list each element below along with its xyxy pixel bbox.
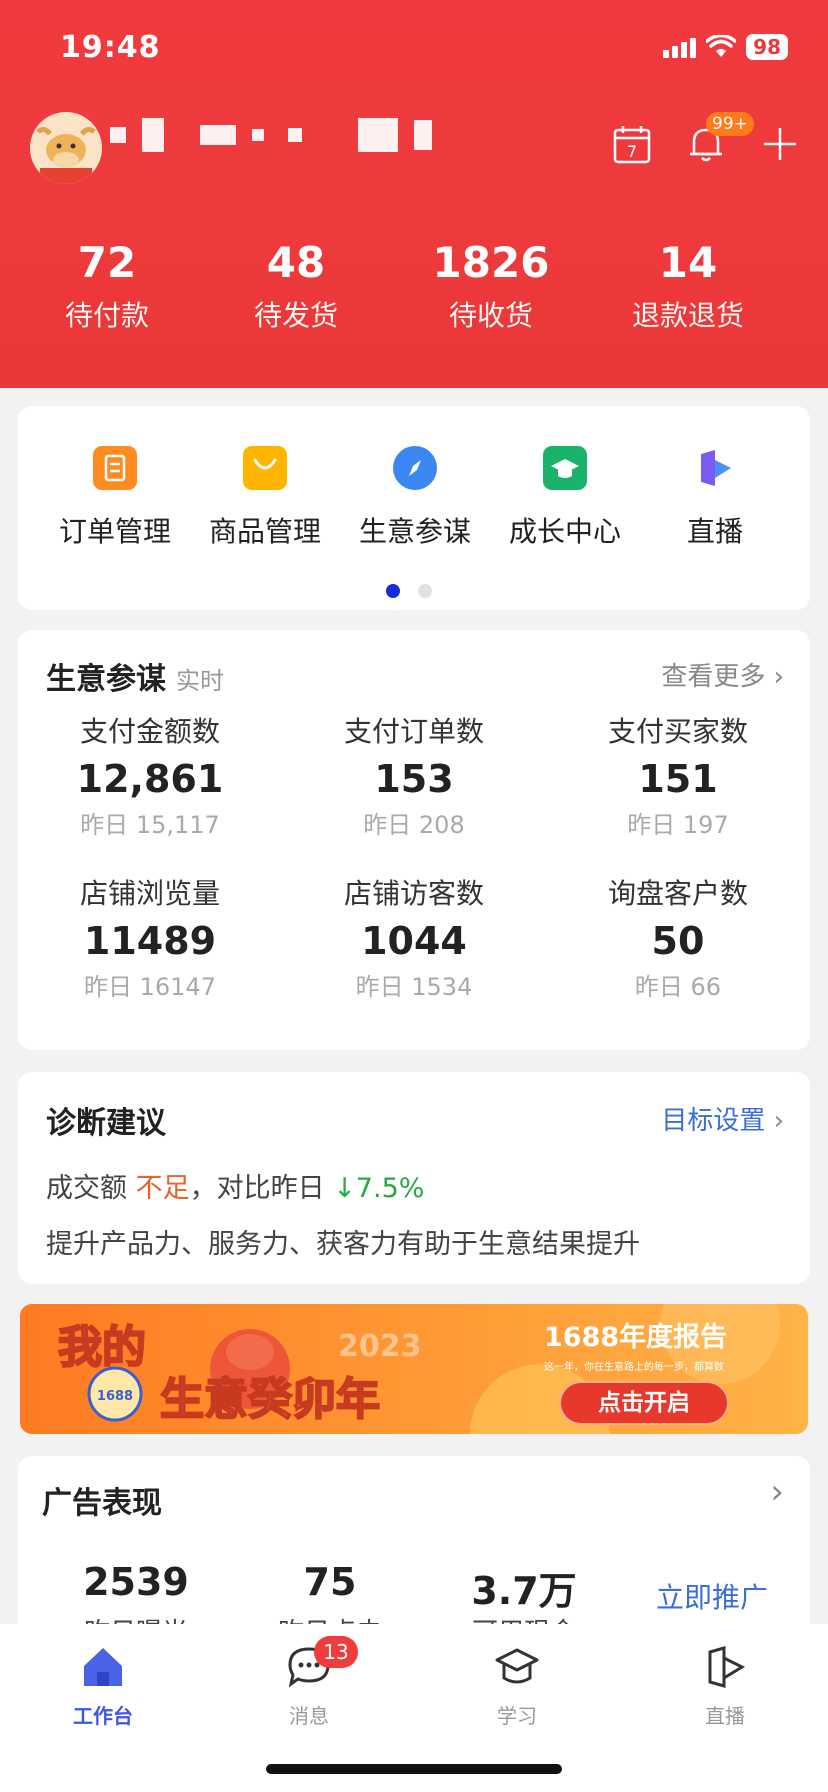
metric-payment-buyers[interactable]: 支付买家数 151 昨日 197 — [546, 714, 810, 842]
plus-icon — [764, 128, 796, 160]
stat-value: 72 — [77, 238, 137, 287]
banner-tagline: 这一年，你在生意路上的每一步，都算数 — [544, 1360, 724, 1373]
diagnosis-card: 诊断建议 目标设置 › 成交额 不足，对比昨日 ↓7.5% 提升产品力、服务力、… — [18, 1072, 810, 1284]
promote-now-link[interactable]: 立即推广 — [656, 1576, 768, 1616]
business-subtitle: 实时 — [176, 667, 224, 695]
home-icon — [84, 1648, 122, 1686]
ad-click-value: 75 — [303, 1560, 357, 1604]
quick-item-label: 商品管理 — [208, 515, 321, 548]
metric-payment-amount[interactable]: 支付金额数 12,861 昨日 15,117 — [18, 714, 282, 842]
ox-avatar-icon — [30, 112, 102, 184]
quick-item-products[interactable]: 商品管理 — [190, 446, 340, 550]
chevron-right-icon: › — [773, 1106, 784, 1136]
chevron-right-icon[interactable]: › — [770, 1472, 784, 1512]
view-more-link[interactable]: 查看更多 › — [661, 656, 784, 693]
tab-learning[interactable]: 学习 — [462, 1644, 572, 1729]
calendar-icon: 7 — [613, 126, 651, 164]
add-button[interactable] — [758, 122, 802, 166]
order-stats: 72 待付款 48 待发货 1826 待收货 14 退款退货 — [0, 238, 828, 348]
metric-payment-orders[interactable]: 支付订单数 153 昨日 208 — [282, 714, 546, 842]
diagnosis-advice: 提升产品力、服务力、获客力有助于生意结果提升 — [46, 1229, 640, 1260]
home-indicator[interactable] — [266, 1764, 562, 1774]
live-play-icon — [693, 446, 737, 490]
annual-report-banner[interactable]: 1688 我的 生意癸卯年 2023 1688年度报告 这一年，你在生意路上的每… — [20, 1304, 808, 1434]
target-settings-link[interactable]: 目标设置 › — [661, 1100, 784, 1137]
metric-inquiry-customers[interactable]: 询盘客户数 50 昨日 66 — [546, 876, 810, 1004]
stat-label: 退款退货 — [631, 299, 744, 332]
calendar-button[interactable]: 7 — [610, 122, 654, 166]
live-play-icon — [708, 1646, 746, 1688]
page-dot[interactable] — [418, 584, 432, 598]
quick-item-growth[interactable]: 成长中心 — [490, 446, 640, 550]
diagnosis-summary: 成交额 不足，对比昨日 ↓7.5% — [46, 1173, 425, 1204]
quick-menu-card: 订单管理 商品管理 生意参谋 成长中心 直播 — [18, 406, 810, 610]
calendar-day: 7 — [627, 142, 637, 161]
page-indicator — [386, 584, 432, 598]
ad-exposure-value: 2539 — [83, 1560, 189, 1604]
tab-label: 直播 — [705, 1704, 745, 1728]
graduation-cap-icon — [495, 1648, 539, 1684]
quick-item-live[interactable]: 直播 — [640, 446, 790, 550]
message-count-badge: 13 — [314, 1636, 358, 1668]
tab-live[interactable]: 直播 — [670, 1644, 780, 1729]
banner-title-a: 我的 — [58, 1322, 146, 1373]
battery-indicator: 98 — [746, 34, 788, 60]
wifi-icon — [706, 35, 737, 57]
stat-value: 1826 — [432, 238, 550, 287]
banner-art: 1688 我的 生意癸卯年 2023 1688年度报告 这一年，你在生意路上的每… — [57, 1304, 780, 1434]
chevron-right-icon: › — [773, 662, 784, 692]
stat-value: 14 — [658, 238, 718, 287]
notification-button[interactable]: 99+ — [684, 112, 754, 166]
stat-pending-receive[interactable]: 1826 待收货 — [378, 238, 604, 348]
tab-label: 学习 — [497, 1704, 537, 1728]
change-down: ↓7.5% — [333, 1173, 425, 1204]
status-insufficient: 不足 — [135, 1173, 190, 1204]
tab-messages[interactable]: 13 消息 — [254, 1636, 364, 1729]
svg-text:1688: 1688 — [97, 1389, 133, 1404]
avatar[interactable] — [30, 112, 102, 184]
business-card: 生意参谋 实时 查看更多 › 支付金额数 12,861 昨日 15,117 支付订… — [18, 630, 810, 1050]
quick-item-label: 生意参谋 — [358, 515, 471, 548]
quick-item-business[interactable]: 生意参谋 — [340, 446, 490, 550]
stat-pending-payment[interactable]: 72 待付款 — [0, 238, 214, 348]
status-icons: 98 — [663, 34, 788, 60]
stat-label: 待发货 — [253, 299, 338, 332]
quick-item-label: 成长中心 — [508, 515, 621, 548]
ad-cash-value: 3.7万 — [471, 1569, 577, 1613]
notification-badge: 99+ — [706, 112, 754, 136]
banner-report-title: 1688年度报告 — [544, 1321, 727, 1353]
metric-store-views[interactable]: 店铺浏览量 11489 昨日 16147 — [18, 876, 282, 1004]
header-actions: 7 99+ — [610, 112, 802, 166]
quick-item-orders[interactable]: 订单管理 — [40, 446, 190, 550]
header: 19:48 98 7 99+ 72 待付款 48 待发货 1826 待收货 14… — [0, 0, 828, 388]
shopping-bag-icon — [243, 446, 287, 490]
compass-icon — [393, 446, 437, 490]
account-name-blurred — [110, 118, 432, 152]
stat-value: 48 — [266, 238, 326, 287]
page-dot-active[interactable] — [386, 584, 400, 598]
quick-menu: 订单管理 商品管理 生意参谋 成长中心 直播 — [18, 446, 810, 550]
tab-label: 消息 — [289, 1704, 329, 1728]
tab-label: 工作台 — [73, 1704, 133, 1728]
graduation-cap-icon — [543, 446, 587, 490]
status-time: 19:48 — [60, 30, 161, 65]
open-report-label: 点击开启 — [598, 1389, 690, 1416]
clipboard-icon — [93, 446, 137, 490]
stat-pending-ship[interactable]: 48 待发货 — [214, 238, 378, 348]
ads-title: 广告表现 — [42, 1486, 162, 1521]
metric-store-visitors[interactable]: 店铺访客数 1044 昨日 1534 — [282, 876, 546, 1004]
business-title: 生意参谋 实时 — [46, 662, 224, 697]
quick-item-label: 订单管理 — [58, 515, 171, 548]
banner-year: 2023 — [338, 1329, 422, 1364]
diagnosis-title: 诊断建议 — [46, 1106, 166, 1141]
banner-title-b: 生意癸卯年 — [160, 1374, 380, 1425]
status-bar: 19:48 98 — [60, 30, 788, 70]
stat-label: 待付款 — [64, 299, 149, 332]
stat-label: 待收货 — [448, 299, 533, 332]
signal-icon — [663, 36, 697, 58]
tab-workbench[interactable]: 工作台 — [48, 1644, 158, 1729]
quick-item-label: 直播 — [686, 515, 743, 548]
stat-refund[interactable]: 14 退款退货 — [604, 238, 772, 348]
